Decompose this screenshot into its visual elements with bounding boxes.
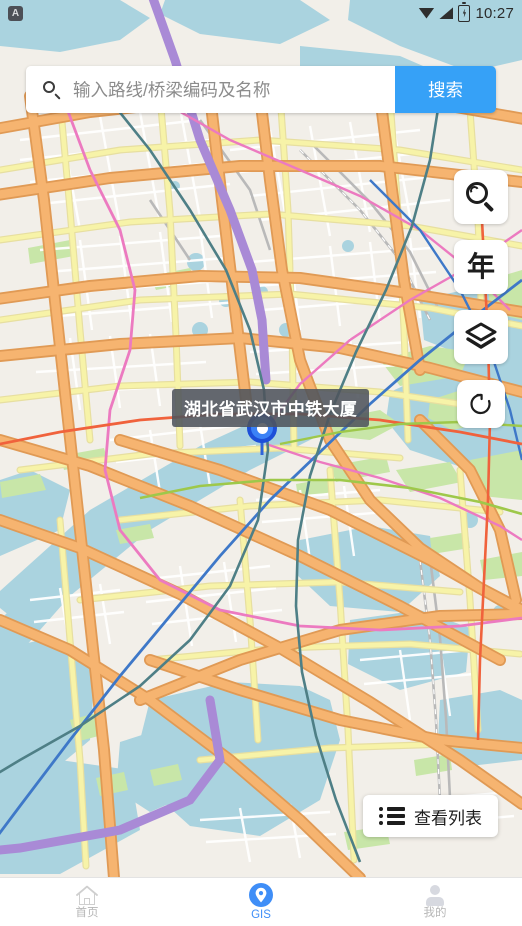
- tab-profile-label: 我的: [423, 906, 447, 919]
- location-pin-icon: [249, 882, 273, 907]
- tab-profile[interactable]: 我的: [348, 878, 522, 926]
- status-bar: A 10:27: [0, 0, 522, 26]
- notification-badge-icon: A: [8, 5, 23, 21]
- layers-icon: [465, 322, 497, 349]
- list-icon: [379, 807, 405, 825]
- battery-charging-icon: [458, 2, 471, 22]
- search-icon: [42, 80, 62, 100]
- status-bar-clock: 10:27: [475, 4, 514, 22]
- tab-home[interactable]: 首页: [0, 878, 174, 926]
- zoom-search-button[interactable]: [454, 170, 508, 224]
- user-icon: [424, 884, 446, 906]
- view-list-label: 查看列表: [414, 808, 482, 828]
- search-button[interactable]: 搜索: [395, 66, 496, 113]
- tab-gis-label: GIS: [251, 908, 271, 921]
- bottom-navigation: 首页 GIS 我的: [0, 877, 522, 926]
- year-filter-button[interactable]: 年: [454, 240, 508, 294]
- refresh-button[interactable]: [457, 380, 505, 428]
- app-root: A 10:27 输入路线/桥梁编码及名称 搜索 年 湖北省武汉市中铁大厦 查看列…: [0, 0, 522, 926]
- status-bar-left: A: [8, 5, 23, 21]
- search-input[interactable]: 输入路线/桥梁编码及名称: [26, 66, 395, 113]
- tab-gis[interactable]: GIS: [174, 878, 348, 926]
- wifi-icon: [418, 7, 435, 19]
- home-icon: [76, 885, 98, 905]
- search-input-placeholder: 输入路线/桥梁编码及名称: [73, 80, 271, 100]
- signal-icon: [439, 7, 454, 19]
- layers-button[interactable]: [454, 310, 508, 364]
- view-list-button[interactable]: 查看列表: [363, 795, 498, 837]
- tab-home-label: 首页: [75, 906, 99, 919]
- magnifier-icon: [466, 182, 496, 212]
- search-bar: 输入路线/桥梁编码及名称 搜索: [26, 66, 496, 113]
- year-icon: 年: [466, 250, 495, 283]
- refresh-icon: [470, 393, 491, 415]
- map-control-stack: 年: [454, 170, 508, 444]
- marker-tooltip: 湖北省武汉市中铁大厦: [172, 389, 369, 427]
- status-bar-right: 10:27: [418, 2, 514, 22]
